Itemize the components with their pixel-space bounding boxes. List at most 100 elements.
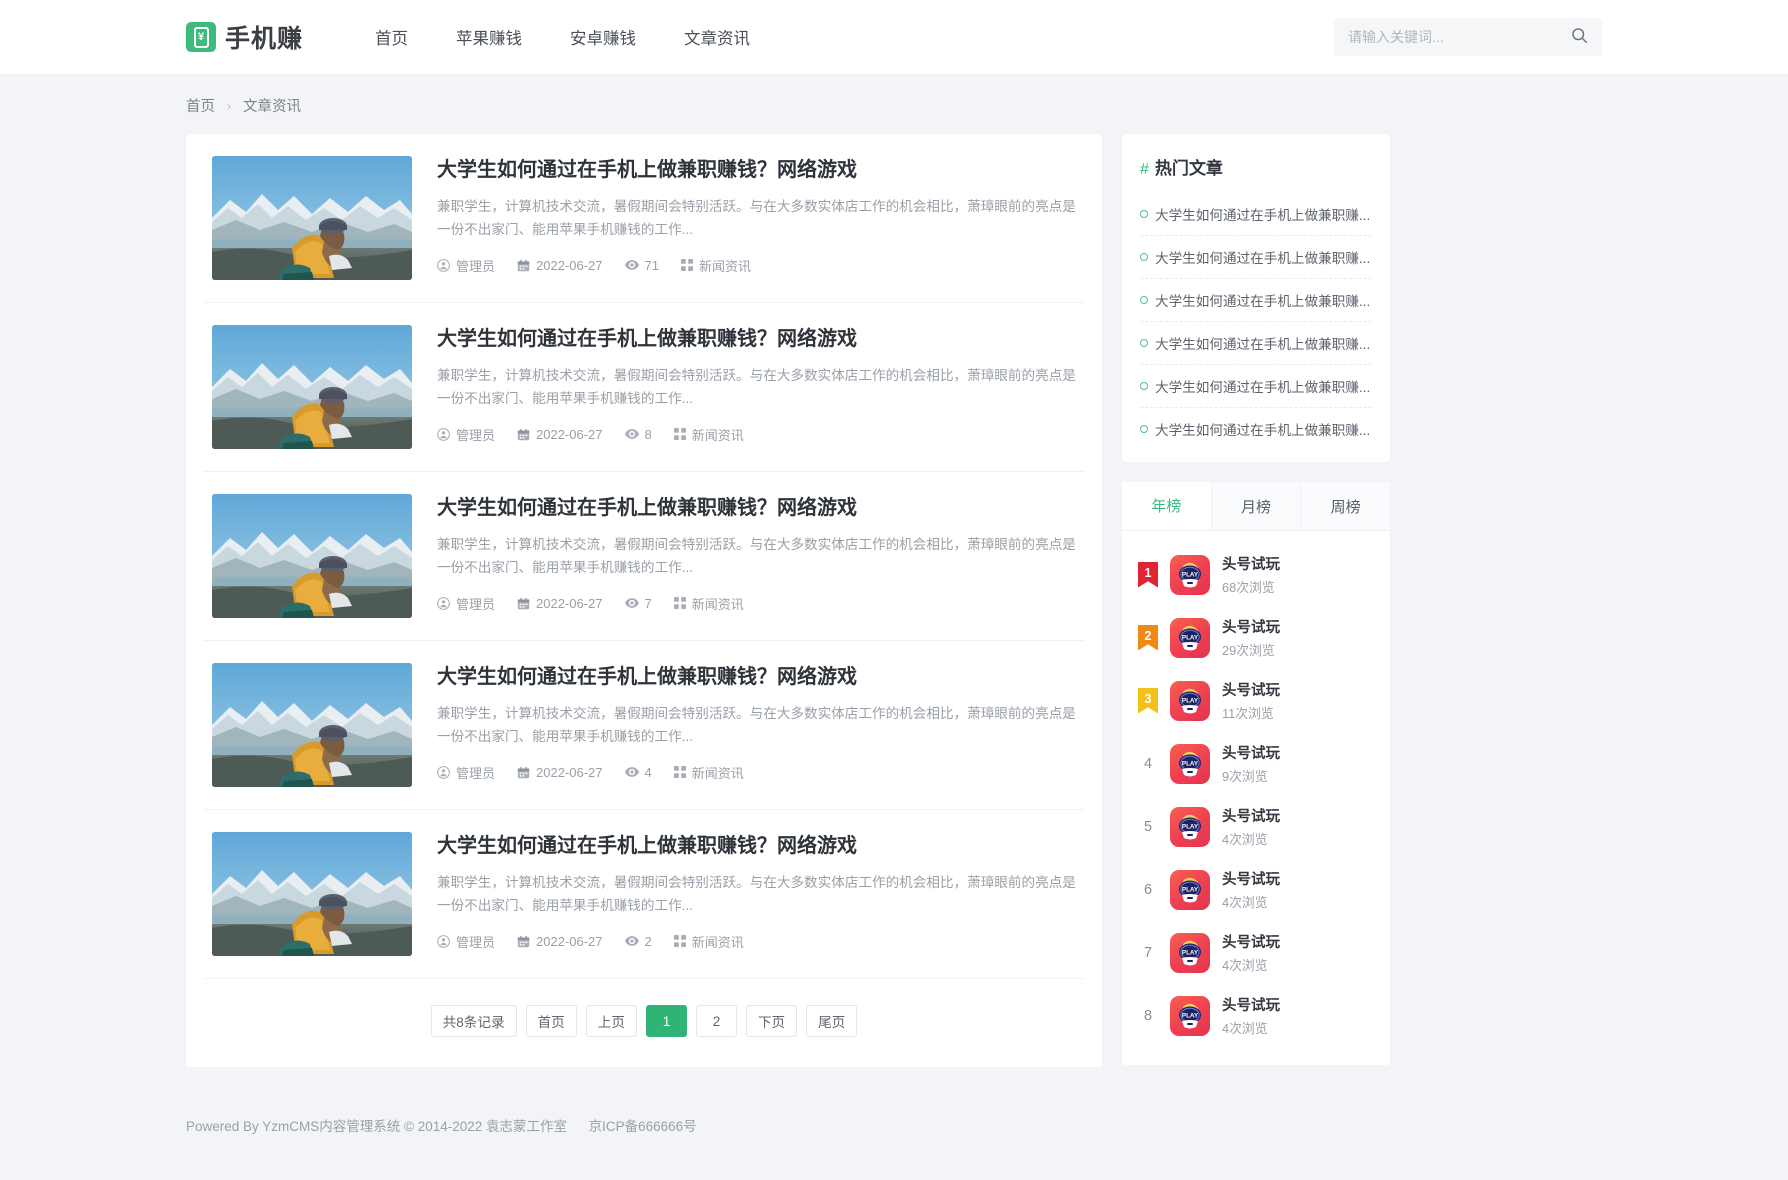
pagination-first[interactable]: 首页: [525, 1005, 577, 1037]
hot-article-title: 大学生如何通过在手机上做兼职赚...: [1155, 337, 1371, 352]
eye-icon: [624, 427, 639, 441]
app-icon-play: PLAY: [1170, 743, 1210, 784]
breadcrumb-home[interactable]: 首页: [186, 95, 215, 116]
ranking-info: 头号试玩 4次浏览: [1222, 931, 1374, 974]
ranking-app-name: 头号试玩: [1222, 557, 1280, 573]
article-thumbnail[interactable]: [212, 325, 412, 449]
article-thumbnail[interactable]: [212, 494, 412, 618]
hot-article-item[interactable]: 大学生如何通过在手机上做兼职赚...: [1140, 365, 1372, 408]
pagination-prev[interactable]: 上页: [585, 1005, 637, 1037]
calendar-icon: [517, 428, 530, 441]
hot-article-title: 大学生如何通过在手机上做兼职赚...: [1155, 208, 1371, 223]
hot-article-item[interactable]: 大学生如何通过在手机上做兼职赚...: [1140, 193, 1372, 236]
article-author: 管理员: [437, 425, 495, 444]
pagination-next[interactable]: 下页: [745, 1005, 798, 1037]
mountain-hiker-photo: [212, 156, 412, 280]
article-date-text: 2022-06-27: [536, 764, 603, 780]
pagination-total: 共8条记录: [430, 1005, 517, 1037]
ranking-views: 4次浏览: [1222, 1021, 1268, 1036]
article-item[interactable]: 大学生如何通过在手机上做兼职赚钱？网络游戏 兼职学生，计算机技术交流，暑假期间会…: [204, 641, 1084, 810]
pagination: 共8条记录 首页 上页 1 2 下页 尾页: [204, 979, 1084, 1067]
rank-number: 6: [1143, 881, 1153, 898]
article-title[interactable]: 大学生如何通过在手机上做兼职赚钱？网络游戏: [437, 157, 1076, 184]
grid-icon: [673, 935, 686, 948]
logo-symbol: ¥: [193, 26, 209, 48]
article-title[interactable]: 大学生如何通过在手机上做兼职赚钱？网络游戏: [437, 495, 1076, 522]
article-item[interactable]: 大学生如何通过在手机上做兼职赚钱？网络游戏 兼职学生，计算机技术交流，暑假期间会…: [204, 134, 1084, 303]
app-icon-play: PLAY: [1170, 680, 1210, 721]
article-excerpt: 兼职学生，计算机技术交流，暑假期间会特别活跃。与在大多数实体店工作的机会相比，萧…: [437, 706, 1076, 745]
search-box[interactable]: [1334, 18, 1602, 56]
ranking-item[interactable]: 5 PLAY 头号试玩 4次浏览: [1138, 795, 1374, 858]
hot-article-item[interactable]: 大学生如何通过在手机上做兼职赚...: [1140, 279, 1372, 322]
nav-item-android[interactable]: 安卓赚钱: [570, 25, 636, 49]
site-logo[interactable]: ¥ 手机赚: [186, 19, 303, 55]
article-meta: 管理员 2022-06-27 8 新闻资讯: [437, 425, 1076, 444]
search-icon: [1571, 27, 1588, 47]
article-item[interactable]: 大学生如何通过在手机上做兼职赚钱？网络游戏 兼职学生，计算机技术交流，暑假期间会…: [204, 810, 1084, 979]
article-body: 大学生如何通过在手机上做兼职赚钱？网络游戏 兼职学生，计算机技术交流，暑假期间会…: [437, 325, 1076, 449]
article-meta: 管理员 2022-06-27 4 新闻资讯: [437, 763, 1076, 782]
hot-article-item[interactable]: 大学生如何通过在手机上做兼职赚...: [1140, 408, 1372, 450]
nav-item-home[interactable]: 首页: [375, 25, 408, 49]
article-meta: 管理员 2022-06-27 2 新闻资讯: [437, 932, 1076, 951]
ranking-item[interactable]: 4 PLAY 头号试玩 9次浏览: [1138, 732, 1374, 795]
footer-icp[interactable]: 京ICP备666666号: [589, 1119, 697, 1134]
app-icon-play: PLAY: [1170, 617, 1210, 658]
ranking-list: 1 PLAY 头号试玩 68次浏览 2 PLAY 头号试玩 29次浏览 3 PL…: [1122, 531, 1390, 1065]
ranking-app-name: 头号试玩: [1222, 935, 1280, 951]
pagination-page-2[interactable]: 2: [695, 1005, 737, 1037]
article-date: 2022-06-27: [517, 934, 603, 949]
rank-badge: 2: [1138, 624, 1158, 651]
search-input[interactable]: [1348, 29, 1571, 45]
hot-article-item[interactable]: 大学生如何通过在手机上做兼职赚...: [1140, 236, 1372, 279]
ranking-item[interactable]: 2 PLAY 头号试玩 29次浏览: [1138, 606, 1374, 669]
article-category-text[interactable]: 新闻资讯: [692, 763, 744, 782]
article-title[interactable]: 大学生如何通过在手机上做兼职赚钱？网络游戏: [437, 833, 1076, 860]
search-button[interactable]: [1571, 27, 1588, 47]
ranking-info: 头号试玩 11次浏览: [1222, 679, 1374, 722]
phone-yuan-icon: ¥: [186, 22, 216, 52]
article-category-text[interactable]: 新闻资讯: [692, 425, 744, 444]
tab-year[interactable]: 年榜: [1122, 482, 1212, 530]
article-date: 2022-06-27: [517, 258, 603, 273]
nav-item-articles[interactable]: 文章资讯: [684, 25, 750, 49]
svg-text:PLAY: PLAY: [1182, 760, 1199, 767]
hot-article-title: 大学生如何通过在手机上做兼职赚...: [1155, 423, 1371, 438]
article-list-panel: 大学生如何通过在手机上做兼职赚钱？网络游戏 兼职学生，计算机技术交流，暑假期间会…: [186, 134, 1102, 1067]
ranking-item[interactable]: 7 PLAY 头号试玩 4次浏览: [1138, 921, 1374, 984]
article-item[interactable]: 大学生如何通过在手机上做兼职赚钱？网络游戏 兼职学生，计算机技术交流，暑假期间会…: [204, 472, 1084, 641]
ranking-info: 头号试玩 9次浏览: [1222, 742, 1374, 785]
article-title[interactable]: 大学生如何通过在手机上做兼职赚钱？网络游戏: [437, 326, 1076, 353]
article-views: 71: [624, 258, 659, 273]
article-category-text[interactable]: 新闻资讯: [692, 932, 744, 951]
ranking-item[interactable]: 6 PLAY 头号试玩 4次浏览: [1138, 858, 1374, 921]
article-thumbnail[interactable]: [212, 663, 412, 787]
rank-number: 7: [1143, 944, 1153, 961]
article-date-text: 2022-06-27: [536, 933, 603, 949]
pagination-last[interactable]: 尾页: [806, 1005, 858, 1037]
ranking-item[interactable]: 3 PLAY 头号试玩 11次浏览: [1138, 669, 1374, 732]
tab-month[interactable]: 月榜: [1211, 482, 1302, 530]
hot-article-item[interactable]: 大学生如何通过在手机上做兼职赚...: [1140, 322, 1372, 365]
article-author: 管理员: [437, 932, 495, 951]
article-category: 新闻资讯: [680, 256, 751, 275]
article-thumbnail[interactable]: [212, 832, 412, 956]
article-author: 管理员: [437, 594, 495, 613]
ranking-item[interactable]: 8 PLAY 头号试玩 4次浏览: [1138, 984, 1374, 1047]
article-title[interactable]: 大学生如何通过在手机上做兼职赚钱？网络游戏: [437, 664, 1076, 691]
ranking-info: 头号试玩 4次浏览: [1222, 868, 1374, 911]
article-excerpt: 兼职学生，计算机技术交流，暑假期间会特别活跃。与在大多数实体店工作的机会相比，萧…: [437, 537, 1076, 576]
article-author-text: 管理员: [456, 765, 496, 781]
ranking-item[interactable]: 1 PLAY 头号试玩 68次浏览: [1138, 543, 1374, 606]
ranking-views: 11次浏览: [1222, 706, 1274, 721]
article-category: 新闻资讯: [673, 425, 744, 444]
tab-week[interactable]: 周榜: [1301, 482, 1391, 530]
article-category-text[interactable]: 新闻资讯: [699, 256, 751, 275]
pagination-page-1[interactable]: 1: [645, 1005, 687, 1037]
article-item[interactable]: 大学生如何通过在手机上做兼职赚钱？网络游戏 兼职学生，计算机技术交流，暑假期间会…: [204, 303, 1084, 472]
article-category-text[interactable]: 新闻资讯: [692, 594, 744, 613]
article-thumbnail[interactable]: [212, 156, 412, 280]
nav-item-ios[interactable]: 苹果赚钱: [456, 25, 522, 49]
hot-articles-card: # 热门文章 大学生如何通过在手机上做兼职赚... 大学生如何通过在手机上做兼职…: [1122, 134, 1390, 462]
